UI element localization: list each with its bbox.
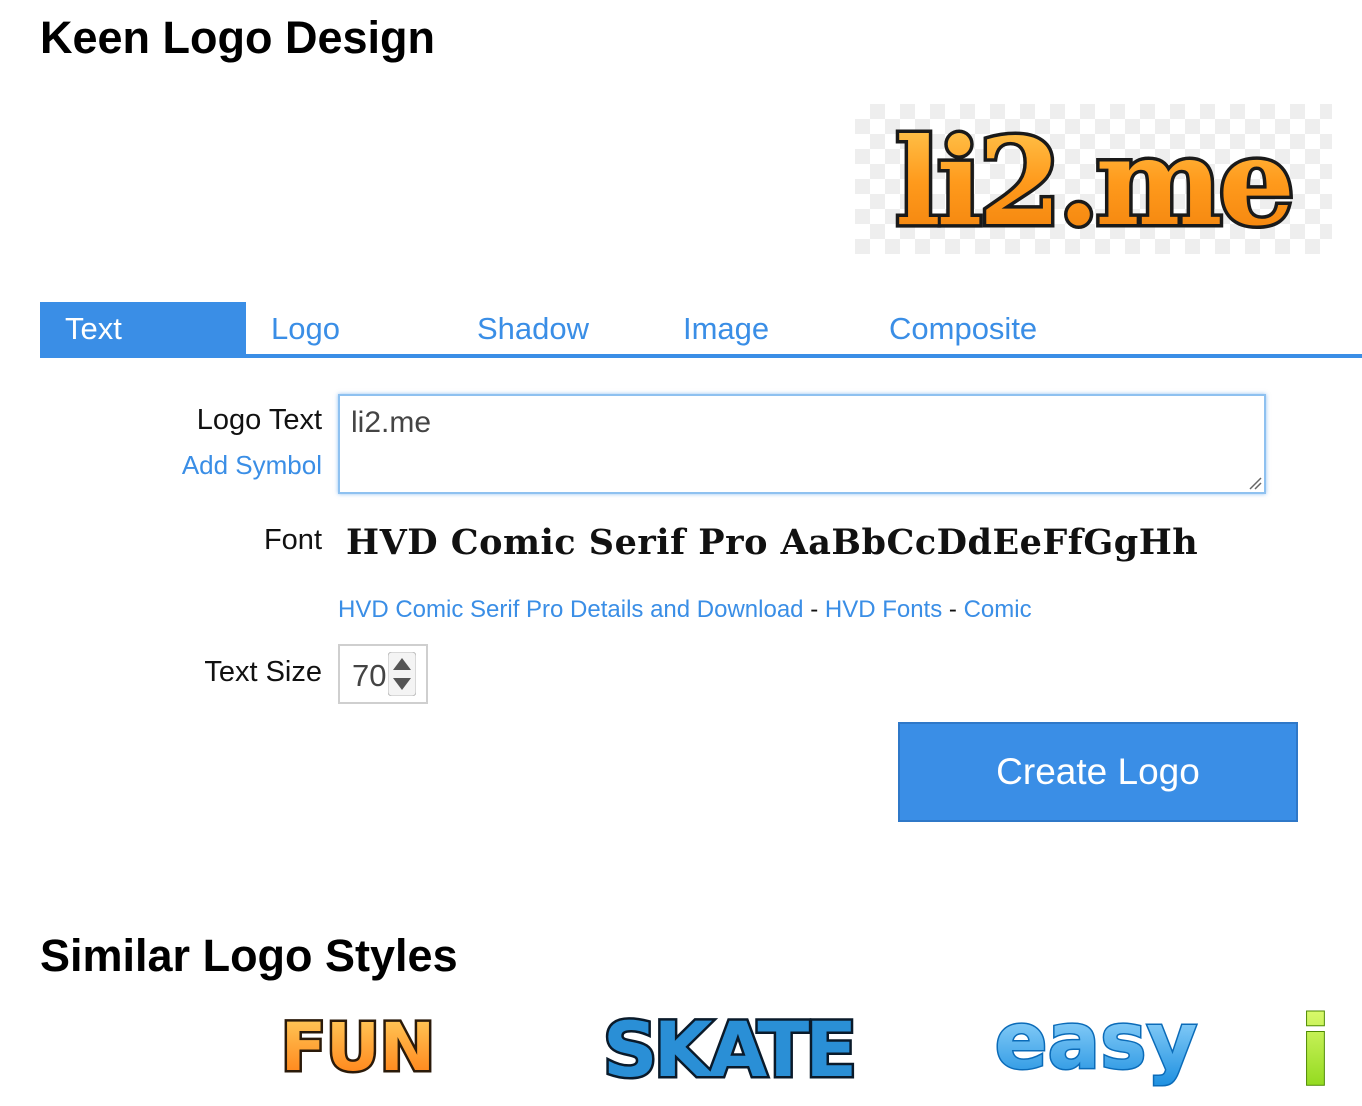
svg-text:i: i xyxy=(1299,996,1332,1095)
font-details-link[interactable]: HVD Comic Serif Pro Details and Download xyxy=(338,596,804,623)
fun-logo-style-icon: FUN xyxy=(279,1007,438,1089)
font-links-separator: - xyxy=(810,596,819,623)
font-sample[interactable]: HVD Comic Serif Pro AaBbCcDdEeFfGgHh xyxy=(346,522,1198,563)
text-size-stepper[interactable]: 70 xyxy=(338,644,428,704)
partial-logo-style-icon: i xyxy=(1298,995,1333,1106)
font-links-separator: - xyxy=(948,596,957,623)
tab-text[interactable]: Text xyxy=(40,302,246,354)
easy-logo-style[interactable]: easy xyxy=(990,996,1205,1090)
font-links: HVD Comic Serif Pro Details and Download… xyxy=(338,596,1032,624)
resize-grip-icon[interactable] xyxy=(1248,476,1262,490)
tab-logo[interactable]: Logo xyxy=(271,302,340,354)
stepper-arrows-icon[interactable] xyxy=(388,652,416,696)
logo-preview: li2.me xyxy=(855,104,1332,254)
fun-logo-style[interactable]: FUN xyxy=(270,1000,450,1090)
tab-bar: Text Logo Shadow Image Composite xyxy=(40,302,1362,358)
tab-shadow[interactable]: Shadow xyxy=(477,302,589,354)
logo-text-input[interactable] xyxy=(340,396,1264,492)
font-label: Font xyxy=(263,524,322,556)
font-foundry-link[interactable]: HVD Fonts xyxy=(825,596,942,623)
logo-preview-image: li2.me xyxy=(892,109,1299,255)
skate-logo-style-icon: SKATE xyxy=(600,1003,859,1097)
logo-preview-text: li2.me xyxy=(895,112,1291,253)
text-size-value[interactable]: 70 xyxy=(352,658,386,694)
easy-logo-style-icon: easy xyxy=(993,996,1199,1089)
create-logo-button[interactable]: Create Logo xyxy=(898,722,1298,822)
tab-composite[interactable]: Composite xyxy=(889,302,1037,354)
font-category-link[interactable]: Comic xyxy=(964,596,1032,623)
page-title: Keen Logo Design xyxy=(40,12,436,63)
text-size-label: Text Size xyxy=(204,656,322,688)
partial-logo-style[interactable]: i xyxy=(1295,995,1362,1106)
svg-text:easy: easy xyxy=(995,1000,1198,1087)
logo-text-label: Logo Text xyxy=(196,404,322,436)
logo-text-field-wrapper xyxy=(338,394,1266,494)
svg-text:SKATE: SKATE xyxy=(603,1005,853,1090)
add-symbol-link[interactable]: Add Symbol xyxy=(182,450,322,481)
skate-logo-style[interactable]: SKATE xyxy=(590,1000,870,1097)
svg-text:FUN: FUN xyxy=(281,1009,435,1086)
similar-styles-title: Similar Logo Styles xyxy=(40,930,458,981)
tab-image[interactable]: Image xyxy=(683,302,769,354)
